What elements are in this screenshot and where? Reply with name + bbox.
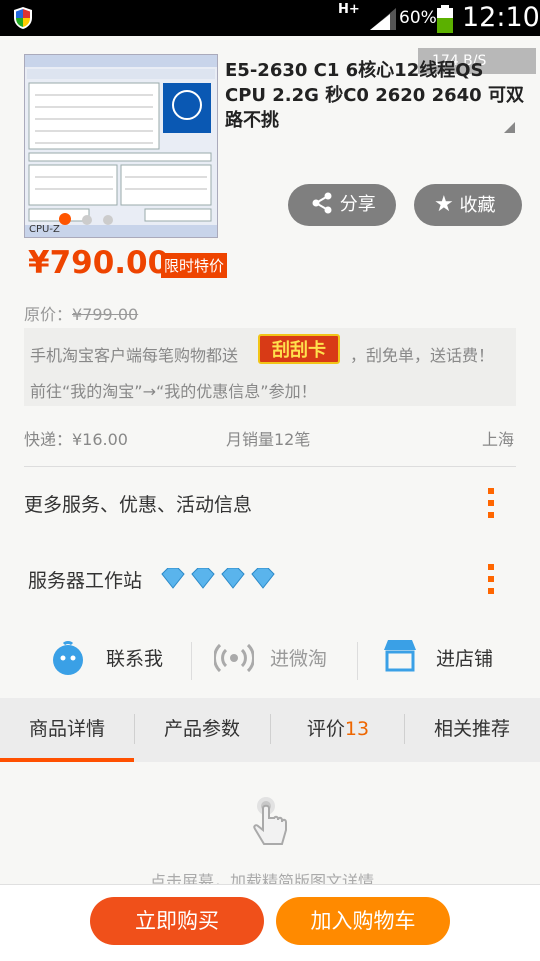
detail-tabs: 商品详情 产品参数 评价13 相关推荐 (0, 698, 540, 762)
weitao-button[interactable]: 进微淘 (214, 638, 344, 678)
tab-product-params[interactable]: 产品参数 (135, 698, 269, 760)
tab-recommendations[interactable]: 相关推荐 (405, 698, 539, 760)
shipping-fee: 快递：¥16.00 (24, 430, 128, 449)
shop-rating (158, 567, 276, 594)
divider (191, 642, 192, 680)
carousel-indicator (59, 210, 114, 229)
original-price-value: ¥799.00 (72, 305, 139, 324)
diamond-icon (191, 567, 215, 589)
price: ¥790.00 (28, 245, 170, 281)
action-bar: 联系我 进微淘 进店铺 (0, 628, 540, 688)
expand-corner-icon[interactable] (504, 122, 515, 133)
original-price: 原价：¥799.00 (24, 301, 138, 325)
tab-label: 相关推荐 (433, 718, 510, 740)
battery-percent: 60% (399, 8, 437, 28)
divider (357, 642, 358, 680)
tab-reviews[interactable]: 评价13 (271, 698, 405, 760)
review-count: 13 (344, 718, 370, 740)
active-tab-underline (0, 758, 134, 762)
clock: 12:10 (462, 2, 540, 33)
chat-icon (53, 641, 83, 675)
buy-now-button[interactable]: 立即购买 (90, 897, 264, 945)
scratch-card-badge: 刮刮卡 (258, 334, 340, 364)
original-price-label: 原价： (24, 305, 73, 324)
share-button[interactable]: 分享 (288, 184, 396, 226)
status-bar: H+ 60% 12:10 (0, 0, 540, 36)
bottom-bar: 立即购买 加入购物车 (0, 884, 540, 961)
price-tag-badge: 限时特价 (161, 253, 228, 278)
promo-line1: 手机淘宝客户端每笔购物都送 (30, 346, 239, 365)
tab-label: 评价 (306, 718, 345, 740)
image-caption: CPU-Z (29, 224, 60, 235)
diamond-icon (251, 567, 275, 589)
store-icon (384, 640, 416, 672)
tab-label: 产品参数 (163, 718, 240, 740)
monthly-sales: 月销量12笔 (226, 430, 311, 449)
promo-line2: 前往“我的淘宝”→“我的优惠信息”参加！ (30, 382, 317, 401)
diamond-icon (221, 567, 245, 589)
star-icon: ★ (434, 192, 454, 217)
divider (24, 466, 516, 467)
more-services-label[interactable]: 更多服务、优惠、活动信息 (24, 490, 252, 517)
product-title: E5-2630 C1 6核心12线程QS CPU 2.2G 秒C0 2620 2… (225, 60, 524, 131)
carousel-dot-active (59, 213, 71, 225)
carousel-dot (82, 215, 93, 225)
battery-icon (437, 5, 453, 33)
cpu-z-screenshot (25, 55, 217, 237)
tap-hand-icon (253, 797, 287, 845)
contact-button[interactable]: 联系我 (50, 638, 180, 678)
ship-location: 上海 (482, 430, 515, 449)
diamond-icon (161, 567, 185, 589)
favorite-label: 收藏 (459, 195, 496, 216)
store-button[interactable]: 进店铺 (382, 638, 512, 678)
shop-name[interactable]: 服务器工作站 (28, 566, 142, 593)
tab-product-details[interactable]: 商品详情 (0, 698, 134, 760)
share-label: 分享 (339, 194, 376, 215)
detail-area[interactable] (0, 764, 540, 884)
carousel-dot (103, 215, 114, 225)
promo-line1-tail: ，刮免单，送话费！ (350, 346, 495, 365)
signal-icon (370, 8, 396, 30)
tab-label: 商品详情 (28, 718, 105, 740)
network-type: H+ (338, 2, 360, 17)
weitao-label: 进微淘 (270, 648, 328, 670)
product-image[interactable]: CPU-Z (24, 54, 218, 238)
more-options-icon[interactable] (488, 488, 494, 524)
broadcast-icon (214, 643, 254, 673)
promo-banner[interactable]: 手机淘宝客户端每笔购物都送 刮刮卡 ，刮免单，送话费！ 前往“我的淘宝”→“我的… (24, 328, 516, 406)
shop-options-icon[interactable] (488, 564, 494, 600)
share-icon (312, 192, 332, 214)
store-label: 进店铺 (436, 648, 494, 670)
add-to-cart-button[interactable]: 加入购物车 (276, 897, 450, 945)
contact-label: 联系我 (106, 648, 164, 670)
shield-icon (14, 7, 32, 29)
favorite-button[interactable]: ★ 收藏 (414, 184, 522, 226)
